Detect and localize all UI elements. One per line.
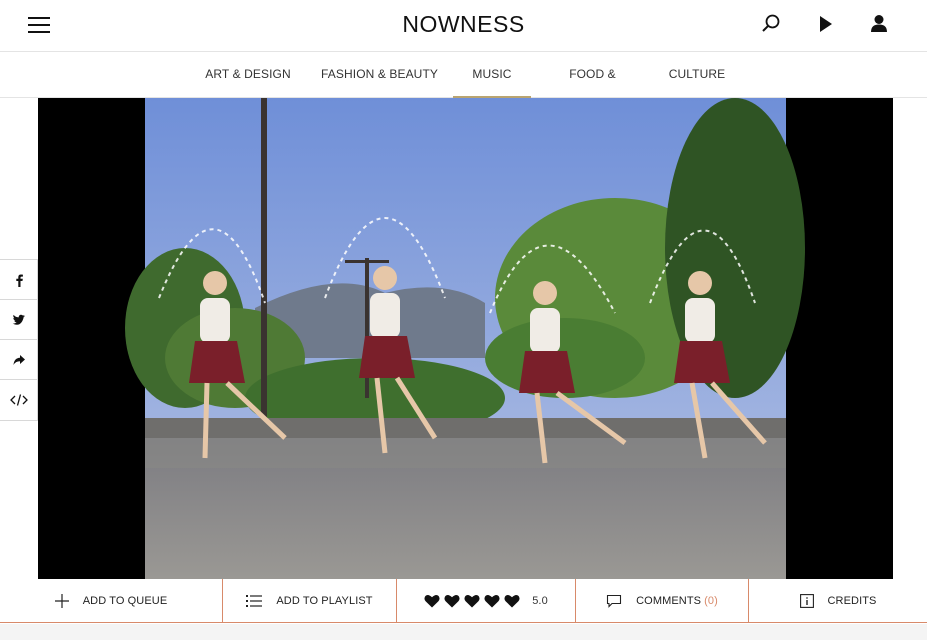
- info-icon: [799, 593, 814, 608]
- play-icon[interactable]: [814, 13, 836, 35]
- video-frame: [38, 98, 893, 579]
- user-icon[interactable]: [868, 13, 890, 35]
- share-rail: [0, 259, 38, 421]
- video-player[interactable]: [38, 98, 893, 579]
- category-nav: ART & DESIGN FASHION & BEAUTY MUSIC FOOD…: [0, 53, 927, 124]
- nav-item-food-travel[interactable]: FOOD & TRAVEL: [545, 53, 640, 124]
- nav-item-music[interactable]: MUSIC: [453, 53, 531, 98]
- share-arrow-icon[interactable]: [0, 340, 37, 380]
- list-icon: [246, 594, 263, 608]
- embed-code-icon[interactable]: [0, 380, 37, 420]
- comments-button[interactable]: COMMENTS (0): [576, 579, 748, 622]
- site-logo[interactable]: NOWNESS: [0, 11, 927, 38]
- add-to-queue-label: ADD TO QUEUE: [82, 594, 168, 607]
- nav-item-art-design[interactable]: ART & DESIGN: [203, 53, 293, 98]
- credits-label: CREDITS: [827, 594, 877, 607]
- twitter-icon[interactable]: [0, 300, 37, 340]
- add-to-playlist-button[interactable]: ADD TO PLAYLIST: [223, 579, 396, 622]
- add-to-queue-button[interactable]: ADD TO QUEUE: [0, 579, 222, 622]
- heart-icon[interactable]: [464, 594, 480, 608]
- rating-value: 5.0: [532, 594, 548, 607]
- heart-icon[interactable]: [504, 594, 520, 608]
- nav-item-fashion-beauty[interactable]: FASHION & BEAUTY: [320, 53, 439, 98]
- top-header: NOWNESS: [0, 0, 927, 52]
- add-to-playlist-label: ADD TO PLAYLIST: [276, 594, 373, 607]
- heart-icon[interactable]: [484, 594, 500, 608]
- credits-button[interactable]: CREDITS: [749, 579, 927, 622]
- facebook-icon[interactable]: [0, 260, 37, 300]
- comments-count: (0): [704, 594, 718, 607]
- heart-icon[interactable]: [444, 594, 460, 608]
- comment-bubble-icon: [606, 594, 622, 608]
- search-icon[interactable]: [760, 13, 782, 35]
- plus-icon: [54, 593, 69, 608]
- action-bar: ADD TO QUEUE ADD TO PLAYLIST 5.0 COMMENT…: [0, 579, 927, 623]
- heart-icon[interactable]: [424, 594, 440, 608]
- rating-control[interactable]: 5.0: [397, 579, 575, 622]
- page-footer-strip: [0, 624, 927, 640]
- comments-label: COMMENTS: [636, 594, 702, 607]
- nav-item-culture[interactable]: CULTURE: [666, 53, 728, 98]
